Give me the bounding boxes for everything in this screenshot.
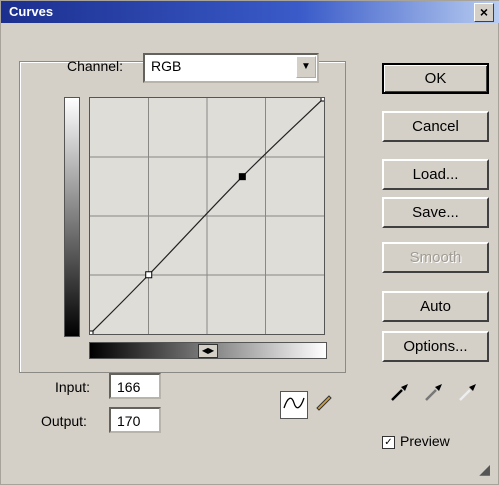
curve-control-point[interactable] [145,271,153,279]
black-eyedropper-icon[interactable] [389,381,411,409]
curve-svg[interactable] [86,94,328,338]
curves-dialog: Curves × Channel: RGB ▼ ◀▶ Input: 166 Ou… [0,0,499,485]
channel-select[interactable]: RGB ▼ [143,53,319,83]
channel-label: Channel: [67,58,124,74]
close-button[interactable]: × [474,3,494,22]
output-label: Output: [41,413,87,429]
window-title: Curves [9,4,54,19]
channel-value: RGB [151,58,182,74]
save-button[interactable]: Save... [382,197,489,228]
curve-tool-icon[interactable] [280,391,308,419]
pencil-tool-icon[interactable] [310,391,338,419]
cancel-button[interactable]: Cancel [382,111,489,142]
options-button[interactable]: Options... [382,331,489,362]
input-label: Input: [55,379,91,395]
curve-control-point[interactable] [320,94,328,102]
gray-eyedropper-icon[interactable] [423,381,445,409]
curve-control-point[interactable] [238,173,246,181]
curve-control-point[interactable] [86,330,94,338]
chevron-down-icon[interactable]: ▼ [296,56,316,78]
resize-grip-icon[interactable]: ◢ [479,461,490,478]
load-button[interactable]: Load... [382,159,489,190]
gradient-toggle-button[interactable]: ◀▶ [198,344,218,358]
checkbox-check-icon[interactable]: ✓ [382,435,395,449]
preview-checkbox[interactable]: ✓ Preview [382,433,450,449]
input-field[interactable]: 166 [109,373,161,399]
white-eyedropper-icon[interactable] [457,381,479,409]
curve-graph[interactable] [86,94,328,338]
title-bar: Curves × [1,1,499,23]
output-field[interactable]: 170 [109,407,161,433]
preview-label: Preview [400,433,450,449]
ok-button[interactable]: OK [382,63,489,94]
smooth-button[interactable]: Smooth [382,242,489,273]
output-gradient-bar [64,97,80,337]
auto-button[interactable]: Auto [382,291,489,322]
smooth-label: Smooth [409,249,462,266]
